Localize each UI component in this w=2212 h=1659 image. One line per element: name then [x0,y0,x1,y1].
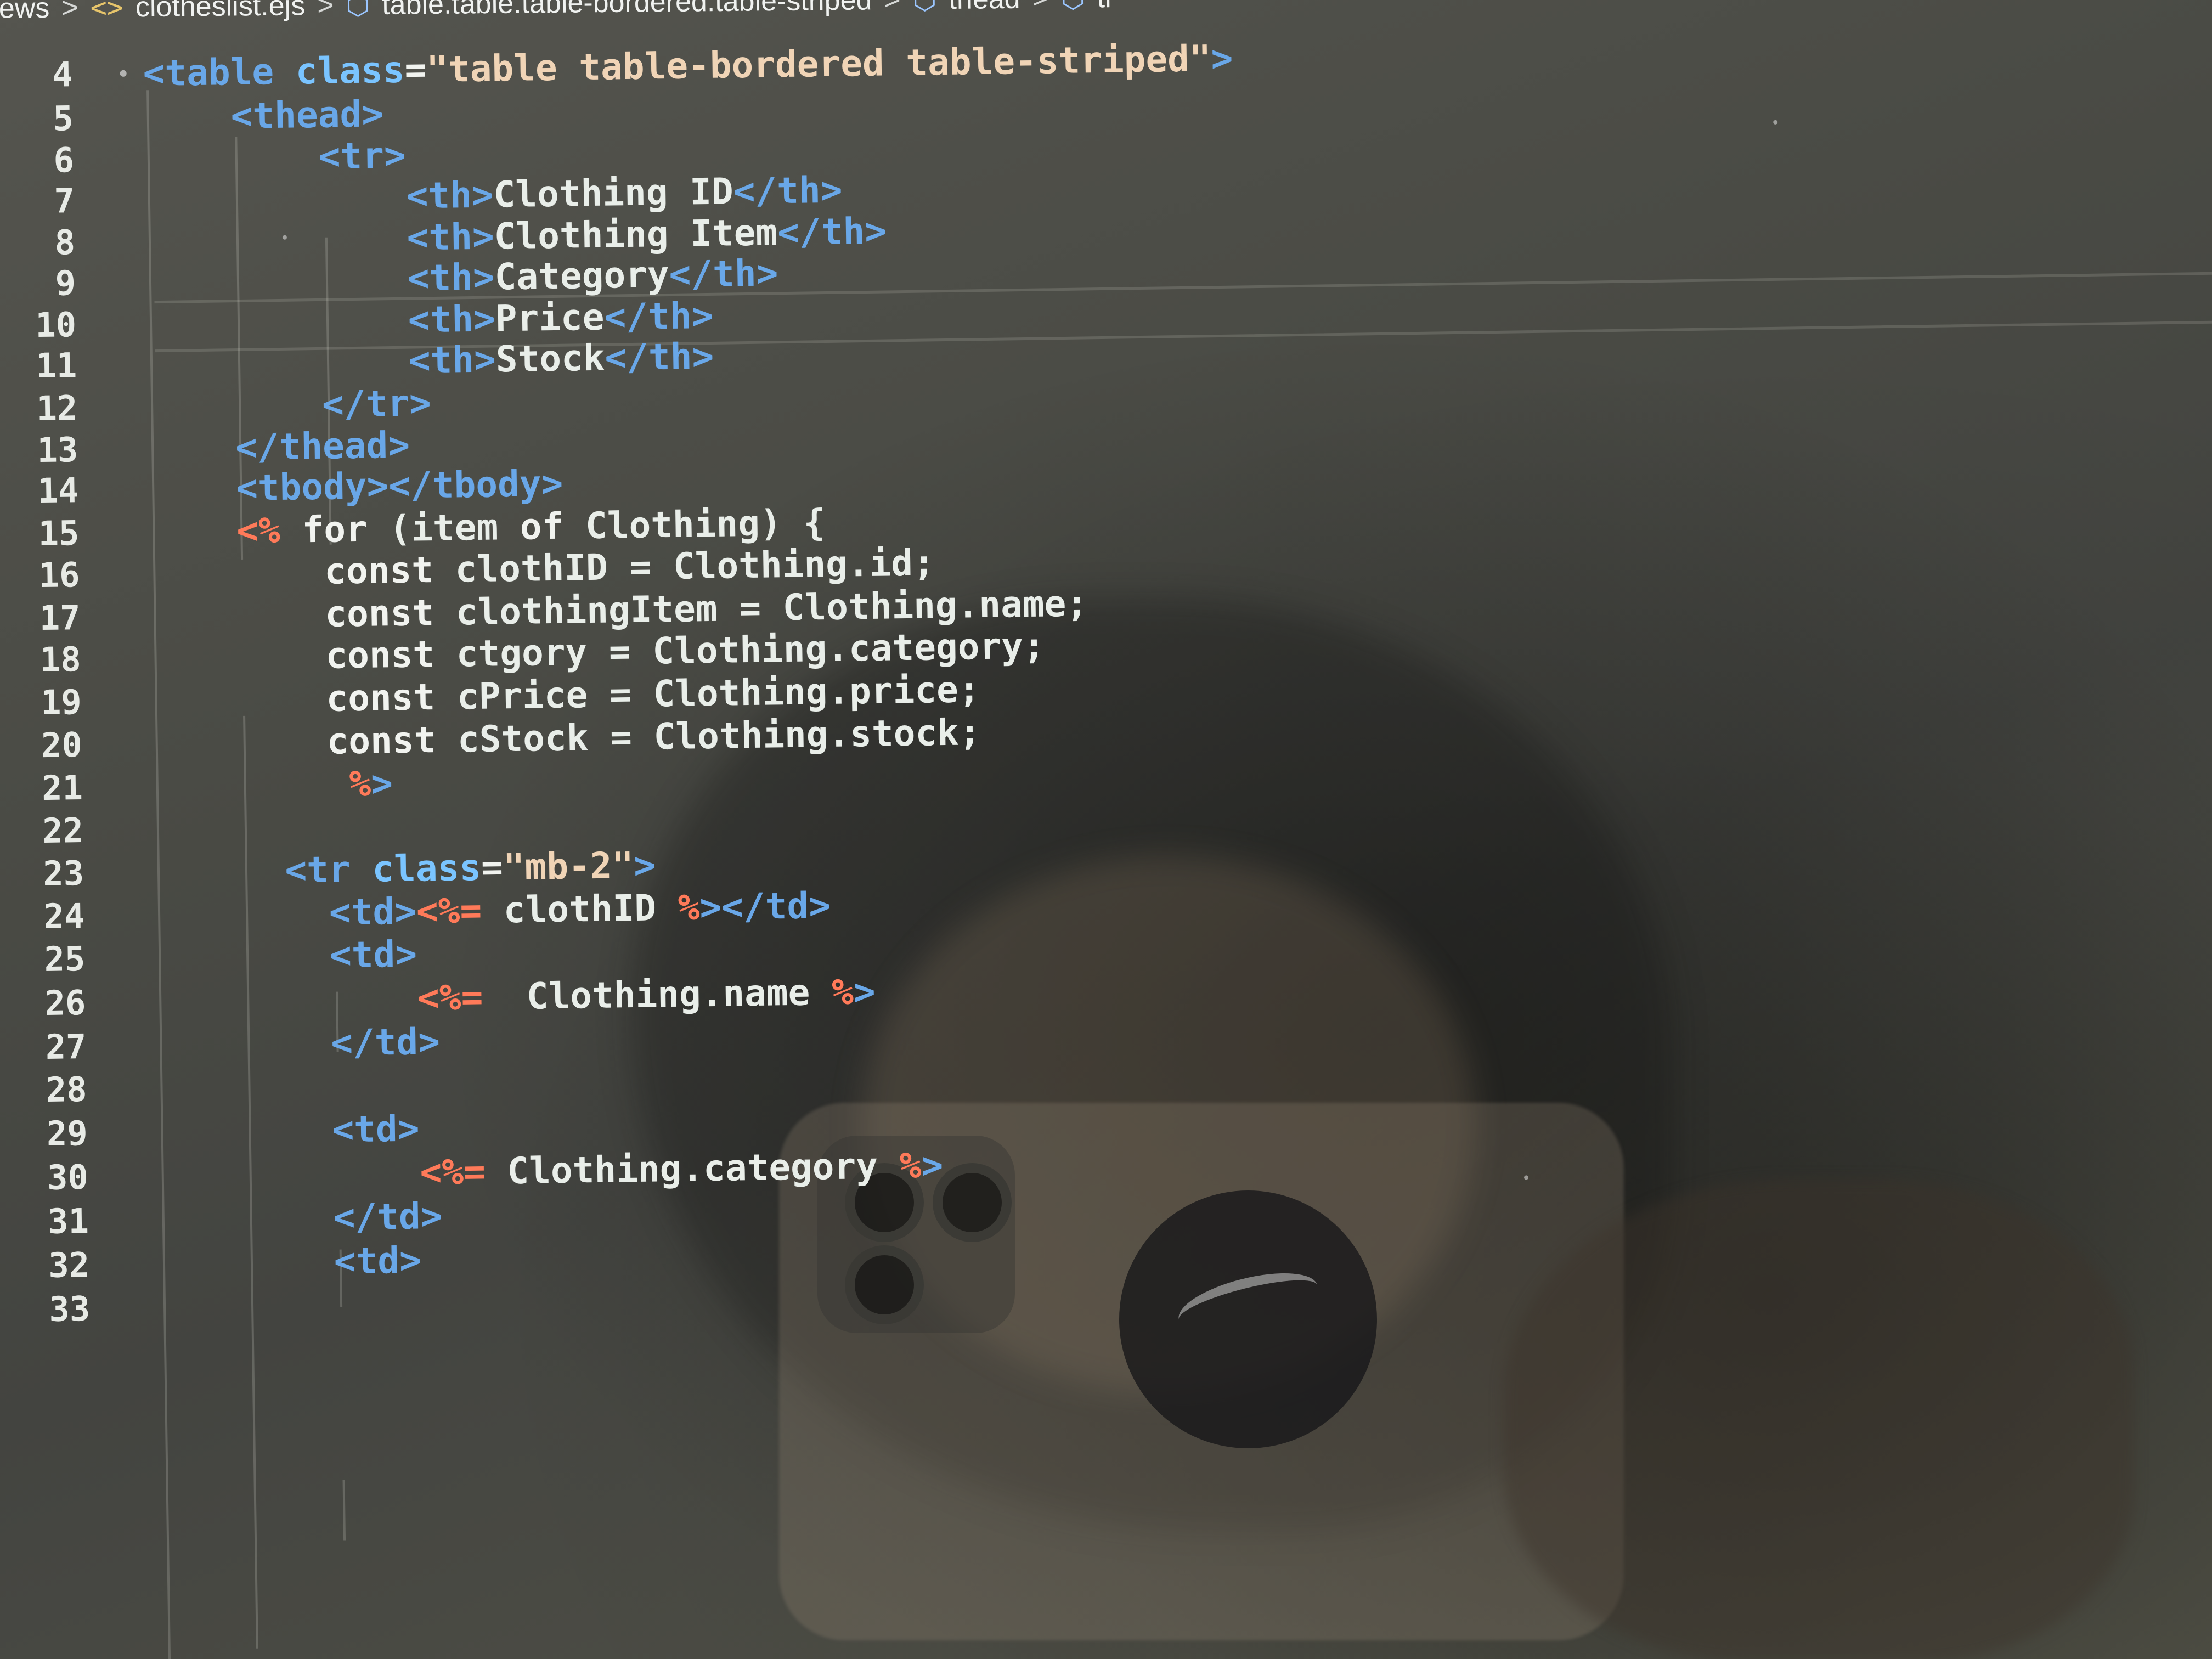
line-number: 4 [52,54,74,95]
symbol-cube-icon: ⬡ [912,0,936,16]
line-number: 19 [40,682,82,723]
breadcrumb-separator-icon: > [317,0,334,22]
line-number: 15 [38,513,80,554]
line-number: 5 [52,98,74,139]
line-number: 29 [46,1113,88,1154]
symbol-cube-icon: ⬡ [346,0,370,21]
line-number: 28 [46,1069,88,1110]
breadcrumb-item-file[interactable]: clotheslist.ejs [136,0,306,24]
line-number: 17 [39,597,81,639]
breadcrumb-item-table[interactable]: table.table.table-bordered.table-striped [382,0,872,21]
line-number: 25 [44,938,86,980]
symbol-cube-icon: ⬡ [1061,0,1085,14]
code-line[interactable]: <td> [155,932,417,981]
line-number: 26 [44,982,86,1024]
line-number: 16 [38,555,80,596]
line-number: 23 [42,853,84,894]
code-line[interactable]: <td> [157,1106,420,1156]
line-number: 24 [43,896,85,937]
line-number: 21 [41,768,83,809]
line-number: 7 [54,180,75,221]
line-number: 10 [35,304,77,346]
line-number: 11 [35,345,77,386]
line-number: 22 [42,810,84,851]
breadcrumb-item-views[interactable]: views [0,0,50,25]
line-number: 6 [53,140,75,180]
line-number: 13 [37,430,78,471]
code-editor[interactable]: 4 <table class="table table-bordered tabl… [0,16,2212,1659]
line-number: 33 [48,1288,91,1329]
breadcrumb-separator-icon: > [1032,0,1049,15]
line-number: 12 [36,388,78,429]
breadcrumb-item-tr[interactable]: tr [1097,0,1114,14]
code-line[interactable]: %> [153,760,393,810]
line-number: 31 [47,1200,89,1242]
breadcrumb-item-thead[interactable]: thead [949,0,1020,16]
file-code-icon: <> [90,0,124,24]
line-number: 18 [40,639,82,680]
breadcrumb-separator-icon: > [61,0,79,24]
line-number: 9 [55,263,76,303]
indent-guide [342,1480,346,1541]
photo-of-code-editor-screen: views > <> clotheslist.ejs > ⬡ table.tab… [0,0,2212,1659]
code-line[interactable]: <td> [159,1237,421,1287]
line-number: 8 [54,222,76,263]
line-number: 30 [47,1156,89,1198]
code-line[interactable]: </td> [156,1019,441,1069]
line-number: 32 [48,1244,90,1285]
line-number: 20 [41,725,83,766]
code-line[interactable]: </td> [159,1193,443,1243]
line-number: 14 [37,470,79,511]
breadcrumb-separator-icon: > [884,0,901,16]
line-number: 27 [45,1026,87,1068]
